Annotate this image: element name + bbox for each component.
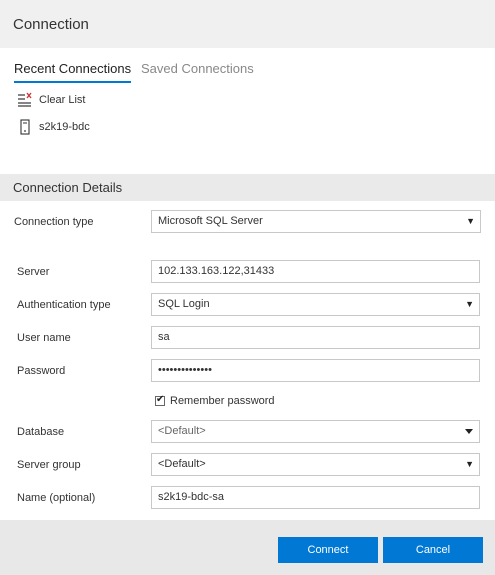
clear-list-label: Clear List — [39, 94, 86, 106]
connection-name-value: s2k19-bdc-sa — [158, 491, 225, 503]
server-icon — [17, 119, 33, 135]
server-group-label: Server group — [17, 459, 81, 471]
dialog-title: Connection — [13, 16, 89, 33]
remember-password-row: ✔ Remember password — [155, 394, 275, 407]
connection-details-header: Connection Details — [0, 174, 495, 201]
user-name-label: User name — [17, 332, 71, 344]
dropdown-arrow-icon: ▼ — [465, 459, 474, 469]
database-label: Database — [17, 426, 65, 438]
connection-name-label: Name (optional) — [17, 492, 96, 504]
server-value: 102.133.163.122,31433 — [158, 265, 275, 277]
recent-connection-label: s2k19-bdc — [39, 121, 90, 133]
auth-type-value: SQL Login — [158, 298, 210, 310]
tab-saved-connections[interactable]: Saved Connections — [141, 61, 254, 81]
database-select[interactable]: <Default> — [151, 420, 480, 443]
user-name-input[interactable]: sa — [151, 326, 480, 349]
dialog-footer: Connect Cancel — [0, 520, 495, 575]
connect-button[interactable]: Connect — [278, 537, 378, 563]
recent-connection-item[interactable]: s2k19-bdc — [17, 118, 90, 136]
server-group-select[interactable]: <Default> ▼ — [151, 453, 480, 476]
dropdown-arrow-icon: ▼ — [465, 299, 474, 309]
database-value: <Default> — [158, 425, 206, 437]
clear-list-button[interactable]: Clear List — [17, 91, 85, 109]
checkmark-icon: ✔ — [156, 394, 165, 405]
connection-type-value: Microsoft SQL Server — [158, 215, 263, 227]
section-title: Connection Details — [13, 180, 123, 195]
dropdown-arrow-icon — [464, 423, 474, 442]
password-input[interactable]: •••••••••••••• — [151, 359, 480, 382]
connection-name-input[interactable]: s2k19-bdc-sa — [151, 486, 480, 509]
password-label: Password — [17, 365, 66, 377]
clear-list-icon — [17, 92, 33, 108]
server-label: Server — [17, 266, 50, 278]
remember-password-label: Remember password — [170, 395, 275, 407]
auth-type-label: Authentication type — [17, 299, 111, 311]
password-value: •••••••••••••• — [158, 364, 212, 376]
auth-type-select[interactable]: SQL Login ▼ — [151, 293, 480, 316]
user-name-value: sa — [158, 331, 170, 343]
server-group-value: <Default> — [158, 458, 206, 470]
tab-recent-connections[interactable]: Recent Connections — [14, 61, 132, 83]
dropdown-arrow-icon: ▼ — [466, 216, 475, 226]
server-input[interactable]: 102.133.163.122,31433 — [151, 260, 480, 283]
remember-password-checkbox[interactable]: ✔ — [155, 394, 165, 406]
connection-type-select[interactable]: Microsoft SQL Server ▼ — [151, 210, 481, 233]
connection-type-label: Connection type — [14, 216, 94, 228]
dialog-header: Connection — [0, 0, 495, 48]
cancel-button[interactable]: Cancel — [383, 537, 483, 563]
